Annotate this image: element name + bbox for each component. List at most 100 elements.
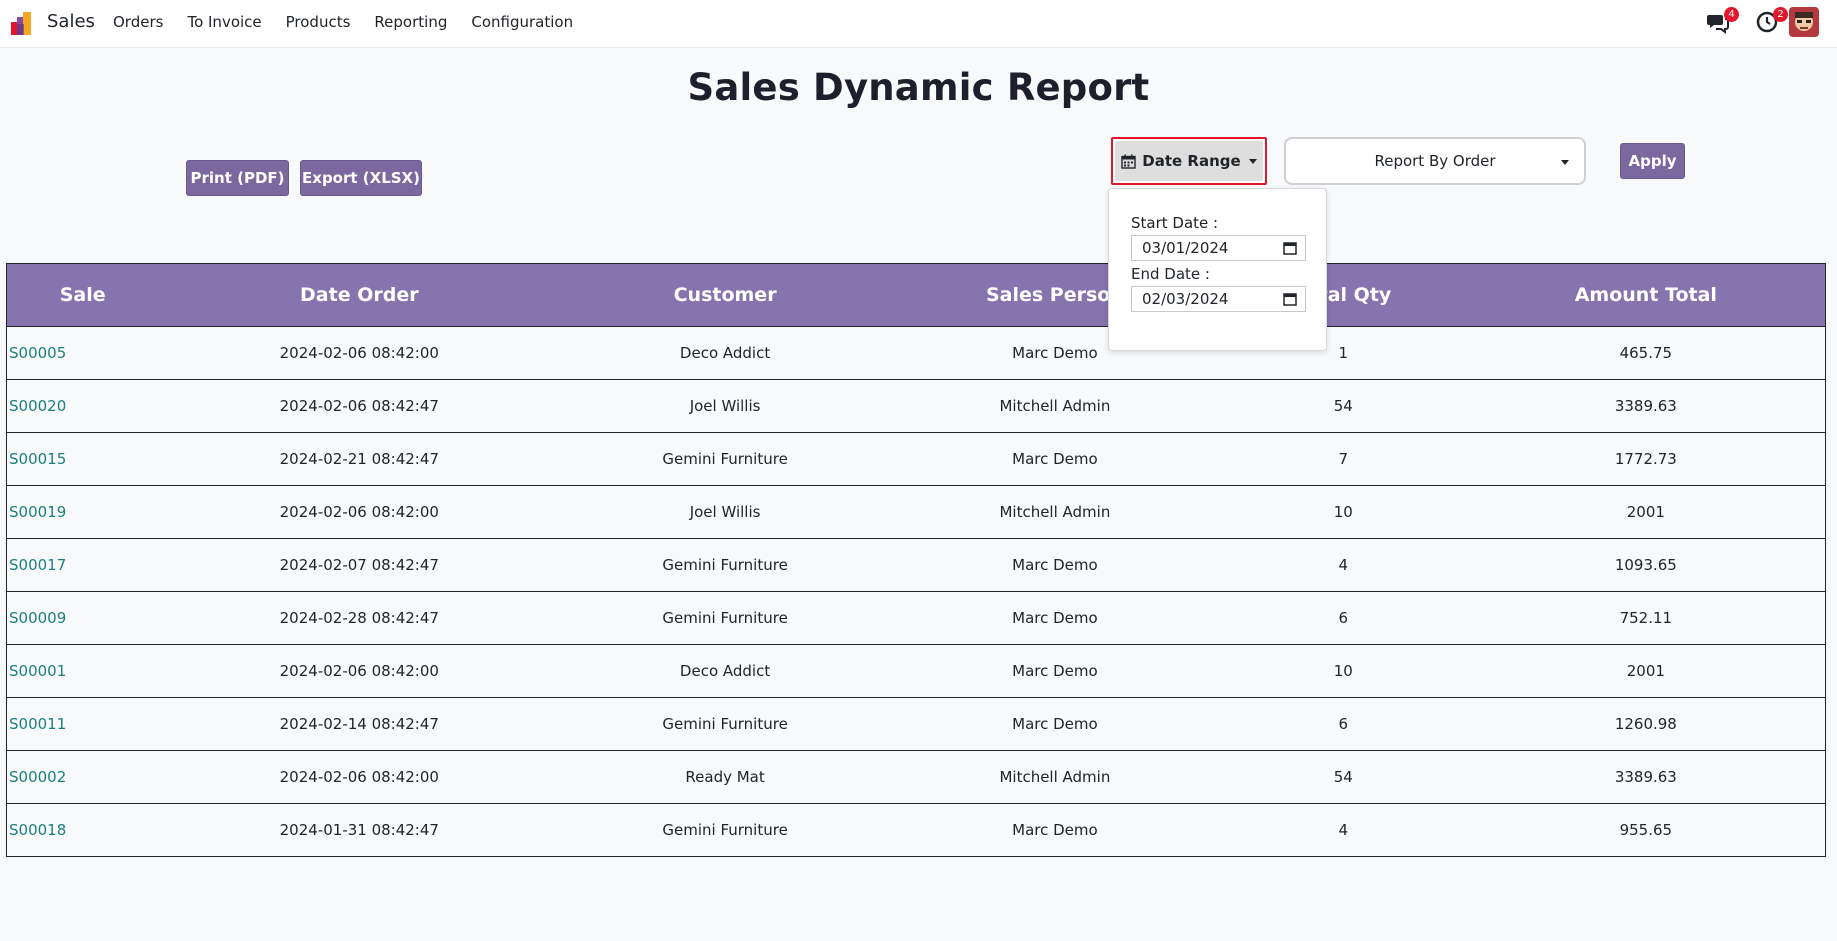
total-qty-cell: 4 — [1219, 803, 1467, 857]
end-date-input[interactable]: 02/03/2024 — [1131, 286, 1306, 312]
page-title: Sales Dynamic Report — [687, 66, 1150, 109]
table-row[interactable]: S00005 2024-02-06 08:42:00 Deco Addict Marc… — [6, 326, 1826, 380]
customer-cell: Deco Addict — [560, 326, 890, 380]
sale-link-cell[interactable]: S00005 — [6, 326, 159, 380]
column-header-amount-total[interactable]: Amount Total — [1466, 263, 1826, 327]
amount-total-cell: 465.75 — [1466, 326, 1826, 380]
table-row[interactable]: S00018 2024-01-31 08:42:47 Gemini Furnitur… — [6, 803, 1826, 857]
sale-link-cell[interactable]: S00019 — [6, 485, 159, 539]
menu-item-orders[interactable]: Orders — [113, 13, 163, 31]
column-header-customer[interactable]: Customer — [560, 263, 890, 327]
print-pdf-button[interactable]: Print (PDF) — [186, 160, 289, 196]
date-order-cell: 2024-02-21 08:42:47 — [158, 432, 561, 486]
date-order-cell: 2024-02-06 08:42:47 — [158, 379, 561, 433]
date-order-cell: 2024-02-07 08:42:47 — [158, 538, 561, 592]
start-date-label: Start Date : — [1131, 214, 1219, 232]
table-row[interactable]: S00009 2024-02-28 08:42:47 Gemini Furnitur… — [6, 591, 1826, 645]
avatar-icon — [1789, 7, 1819, 37]
total-qty-cell: 54 — [1219, 379, 1467, 433]
amount-total-cell: 2001 — [1466, 644, 1826, 698]
customer-cell: Joel Willis — [560, 485, 890, 539]
date-order-cell: 2024-02-28 08:42:47 — [158, 591, 561, 645]
main-menu: Orders To Invoice Products Reporting Con… — [113, 0, 597, 44]
app-name[interactable]: Sales — [47, 11, 95, 32]
date-range-button-inner: Date Range — [1115, 141, 1263, 181]
date-range-label: Date Range — [1142, 152, 1241, 170]
total-qty-cell: 7 — [1219, 432, 1467, 486]
sale-link-cell[interactable]: S00020 — [6, 379, 159, 433]
amount-total-cell: 1093.65 — [1466, 538, 1826, 592]
menu-item-to-invoice[interactable]: To Invoice — [187, 13, 261, 31]
table-header-row: Sale Date Order Customer Sales Person To… — [6, 263, 1826, 327]
sale-link-cell[interactable]: S00009 — [6, 591, 159, 645]
messages-button[interactable]: 4 — [1706, 7, 1739, 34]
date-order-cell: 2024-02-14 08:42:47 — [158, 697, 561, 751]
column-header-sale[interactable]: Sale — [6, 263, 159, 327]
date-order-cell: 2024-02-06 08:42:00 — [158, 644, 561, 698]
calendar-picker-icon[interactable] — [1283, 241, 1297, 255]
sales-person-cell: Marc Demo — [890, 697, 1220, 751]
menu-item-configuration[interactable]: Configuration — [471, 13, 573, 31]
top-navbar: Sales Orders To Invoice Products Reporti… — [0, 0, 1837, 48]
column-header-date-order[interactable]: Date Order — [158, 263, 561, 327]
amount-total-cell: 2001 — [1466, 485, 1826, 539]
customer-cell: Joel Willis — [560, 379, 890, 433]
report-by-select[interactable]: Report By Order — [1284, 137, 1586, 185]
amount-total-cell: 3389.63 — [1466, 379, 1826, 433]
menu-item-reporting[interactable]: Reporting — [374, 13, 447, 31]
amount-total-cell: 1260.98 — [1466, 697, 1826, 751]
total-qty-cell: 54 — [1219, 750, 1467, 804]
amount-total-cell: 955.65 — [1466, 803, 1826, 857]
sales-person-cell: Marc Demo — [890, 432, 1220, 486]
sales-app-icon[interactable] — [10, 10, 36, 36]
table-row[interactable]: S00019 2024-02-06 08:42:00 Joel Willis Mitc… — [6, 485, 1826, 539]
start-date-value: 03/01/2024 — [1142, 239, 1229, 257]
end-date-label: End Date : — [1131, 265, 1210, 283]
sale-link-cell[interactable]: S00001 — [6, 644, 159, 698]
table-row[interactable]: S00002 2024-02-06 08:42:00 Ready Mat Mitche… — [6, 750, 1826, 804]
customer-cell: Gemini Furniture — [560, 591, 890, 645]
user-avatar[interactable] — [1789, 7, 1819, 37]
customer-cell: Ready Mat — [560, 750, 890, 804]
sale-link-cell[interactable]: S00017 — [6, 538, 159, 592]
table-row[interactable]: S00015 2024-02-21 08:42:47 Gemini Furnitur… — [6, 432, 1826, 486]
date-range-button[interactable]: Date Range — [1111, 137, 1267, 185]
date-range-dropdown: Start Date : 03/01/2024 End Date : 02/03… — [1108, 188, 1327, 351]
amount-total-cell: 1772.73 — [1466, 432, 1826, 486]
activities-badge: 2 — [1773, 7, 1788, 22]
sale-link-cell[interactable]: S00011 — [6, 697, 159, 751]
amount-total-cell: 752.11 — [1466, 591, 1826, 645]
sales-report-table: Sale Date Order Customer Sales Person To… — [6, 263, 1826, 857]
report-by-label: Report By Order — [1374, 152, 1496, 170]
sale-link-cell[interactable]: S00015 — [6, 432, 159, 486]
sales-person-cell: Mitchell Admin — [890, 379, 1220, 433]
end-date-value: 02/03/2024 — [1142, 290, 1229, 308]
customer-cell: Gemini Furniture — [560, 697, 890, 751]
table-body: S00005 2024-02-06 08:42:00 Deco Addict Marc… — [6, 326, 1826, 857]
calendar-picker-icon[interactable] — [1283, 292, 1297, 306]
caret-down-icon — [1248, 158, 1257, 164]
table-row[interactable]: S00001 2024-02-06 08:42:00 Deco Addict Marc… — [6, 644, 1826, 698]
amount-total-cell: 3389.63 — [1466, 750, 1826, 804]
sales-person-cell: Mitchell Admin — [890, 485, 1220, 539]
date-order-cell: 2024-01-31 08:42:47 — [158, 803, 561, 857]
total-qty-cell: 10 — [1219, 485, 1467, 539]
sales-person-cell: Marc Demo — [890, 538, 1220, 592]
caret-down-icon — [1561, 160, 1569, 165]
start-date-input[interactable]: 03/01/2024 — [1131, 235, 1306, 261]
date-order-cell: 2024-02-06 08:42:00 — [158, 326, 561, 380]
table-row[interactable]: S00011 2024-02-14 08:42:47 Gemini Furnitur… — [6, 697, 1826, 751]
table-row[interactable]: S00017 2024-02-07 08:42:47 Gemini Furnitur… — [6, 538, 1826, 592]
date-order-cell: 2024-02-06 08:42:00 — [158, 485, 561, 539]
total-qty-cell: 4 — [1219, 538, 1467, 592]
activities-button[interactable]: 2 — [1755, 7, 1788, 34]
table-row[interactable]: S00020 2024-02-06 08:42:47 Joel Willis Mitc… — [6, 379, 1826, 433]
total-qty-cell: 6 — [1219, 591, 1467, 645]
sale-link-cell[interactable]: S00018 — [6, 803, 159, 857]
apply-button[interactable]: Apply — [1620, 143, 1685, 179]
customer-cell: Gemini Furniture — [560, 538, 890, 592]
sale-link-cell[interactable]: S00002 — [6, 750, 159, 804]
messages-badge: 4 — [1724, 7, 1739, 22]
menu-item-products[interactable]: Products — [286, 13, 351, 31]
export-xlsx-button[interactable]: Export (XLSX) — [300, 160, 422, 196]
